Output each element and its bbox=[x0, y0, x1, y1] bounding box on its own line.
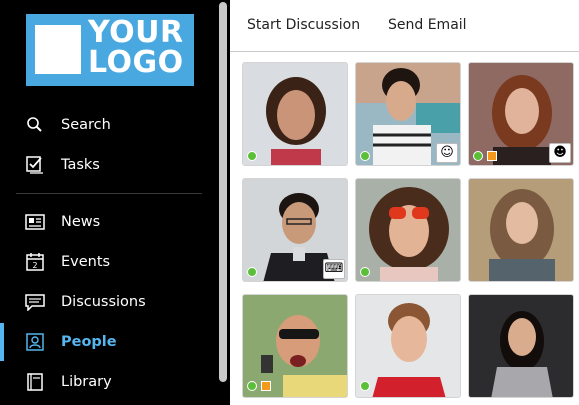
search-icon bbox=[27, 117, 42, 132]
sidebar: YOUR LOGO Search Tasks News 2 Events Dis… bbox=[0, 0, 230, 405]
emoji-icon: ☺ bbox=[436, 143, 458, 163]
person-card[interactable] bbox=[468, 178, 574, 282]
person-photo bbox=[356, 179, 460, 281]
sidebar-item-label: Search bbox=[61, 117, 111, 133]
sidebar-item-label: Discussions bbox=[61, 294, 146, 310]
online-status-dot bbox=[247, 381, 257, 391]
person-card[interactable] bbox=[468, 294, 574, 398]
person-photo bbox=[469, 295, 573, 397]
person-photo bbox=[469, 179, 573, 281]
person-photo bbox=[243, 63, 347, 165]
sidebar-item-search[interactable]: Search bbox=[0, 107, 218, 143]
sidebar-item-tasks[interactable]: Tasks bbox=[0, 147, 218, 183]
sidebar-item-label: Library bbox=[61, 374, 112, 390]
online-status-dot bbox=[247, 151, 257, 161]
company-logo[interactable]: YOUR LOGO bbox=[26, 14, 194, 86]
person-card[interactable] bbox=[355, 294, 461, 398]
person-card[interactable]: ☻ bbox=[468, 62, 574, 166]
away-status-square bbox=[487, 151, 497, 161]
sidebar-item-library[interactable]: Library bbox=[0, 364, 218, 400]
person-icon bbox=[26, 333, 44, 351]
person-card[interactable]: ⌨ bbox=[242, 178, 348, 282]
sidebar-item-people[interactable]: People bbox=[0, 324, 218, 360]
tasks-icon bbox=[26, 156, 43, 174]
sidebar-item-events[interactable]: 2 Events bbox=[0, 244, 218, 280]
action-bar: Start Discussion Send Email bbox=[230, 0, 579, 52]
online-status-dot bbox=[360, 267, 370, 277]
online-status-dot bbox=[360, 151, 370, 161]
avatar-icon: ☻ bbox=[549, 143, 571, 163]
sidebar-item-label: News bbox=[61, 214, 101, 230]
sidebar-item-label: Tasks bbox=[61, 157, 100, 173]
sidebar-item-news[interactable]: News bbox=[0, 204, 218, 240]
person-card[interactable] bbox=[355, 178, 461, 282]
person-card[interactable]: ☺ bbox=[355, 62, 461, 166]
person-card[interactable] bbox=[242, 62, 348, 166]
logo-line-1: YOUR bbox=[88, 15, 184, 50]
away-status-square bbox=[261, 381, 271, 391]
start-discussion-button[interactable]: Start Discussion bbox=[247, 17, 360, 33]
logo-square bbox=[35, 25, 81, 74]
news-icon bbox=[25, 214, 45, 230]
sidebar-divider bbox=[16, 193, 202, 194]
calendar-icon: 2 bbox=[26, 253, 44, 271]
sidebar-item-discussions[interactable]: Discussions bbox=[0, 284, 218, 320]
sidebar-scrollbar[interactable] bbox=[219, 2, 227, 382]
book-icon bbox=[27, 373, 43, 391]
send-email-button[interactable]: Send Email bbox=[388, 17, 467, 33]
sidebar-item-label: Events bbox=[61, 254, 111, 270]
keyboard-icon: ⌨ bbox=[323, 259, 345, 279]
logo-line-2: LOGO bbox=[88, 45, 184, 80]
sidebar-item-label: People bbox=[61, 334, 117, 350]
person-photo bbox=[243, 295, 347, 397]
online-status-dot bbox=[360, 381, 370, 391]
chat-icon bbox=[25, 294, 45, 311]
online-status-dot bbox=[473, 151, 483, 161]
svg-text:2: 2 bbox=[32, 261, 37, 270]
logo-text: YOUR LOGO bbox=[88, 18, 184, 78]
person-card[interactable] bbox=[242, 294, 348, 398]
person-photo bbox=[356, 295, 460, 397]
online-status-dot bbox=[247, 267, 257, 277]
